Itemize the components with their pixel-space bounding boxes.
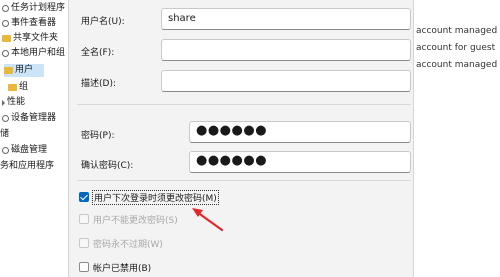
gear-icon <box>2 5 9 12</box>
user-description-text: account for guest <box>416 43 496 53</box>
tree-item-label: 共享文件夹 <box>13 33 59 43</box>
description-field[interactable] <box>161 70 411 92</box>
new-user-dialog: 用户名(U): share 全名(F): 描述(D): 密码(P): ●●●●●… <box>68 0 414 277</box>
account-disabled-label: 帐户已禁用(B) <box>93 263 152 274</box>
fullname-field[interactable] <box>161 39 411 61</box>
must-change-password-checkbox[interactable] <box>79 192 89 202</box>
tree-item-label: 务和应用程序 <box>0 161 55 171</box>
navigation-tree: 任务计划程序 事件查看器 共享文件夹 本地用户和组 用户 组 性能 设备管理器 … <box>0 0 68 277</box>
folder-icon <box>2 35 11 42</box>
confirm-password-field[interactable]: ●●●●●● <box>189 151 411 173</box>
password-never-expires-checkbox[interactable] <box>79 238 89 248</box>
cannot-change-password-checkbox[interactable] <box>79 214 89 224</box>
tree-item-label: 本地用户和组 <box>11 48 66 58</box>
chevron-right-icon <box>2 99 5 106</box>
gear-icon <box>2 147 9 154</box>
user-list-pane: account managed account for guest accoun… <box>412 0 500 277</box>
user-description-text: account managed <box>416 60 498 70</box>
tree-item-users[interactable]: 用户 <box>4 64 44 77</box>
tree-item-local-users-groups[interactable]: 本地用户和组 <box>2 47 65 60</box>
tree-item-groups[interactable]: 组 <box>8 81 28 94</box>
must-change-password-option[interactable]: 用户下次登录时须更改密码(M) <box>79 189 219 205</box>
gear-icon <box>2 50 9 57</box>
account-disabled-checkbox[interactable] <box>79 262 89 272</box>
folder-icon <box>8 84 17 91</box>
password-label: 密码(P): <box>81 131 115 141</box>
account-disabled-option[interactable]: 帐户已禁用(B) <box>79 260 151 274</box>
tree-item-label: 用户 <box>15 65 34 75</box>
tree-item-shared-folders[interactable]: 共享文件夹 <box>2 32 58 45</box>
password-never-expires-label: 密码永不过期(W) <box>93 239 163 250</box>
username-field[interactable]: share <box>161 8 411 30</box>
tree-item-label: 任务计划程序 <box>11 3 66 13</box>
tree-item-services-apps[interactable]: 务和应用程序 <box>0 160 54 173</box>
must-change-password-label: 用户下次登录时须更改密码(M) <box>92 189 219 205</box>
separator <box>77 180 411 181</box>
cannot-change-password-label: 用户不能更改密码(S) <box>93 215 178 226</box>
password-never-expires-option[interactable]: 密码永不过期(W) <box>79 236 163 250</box>
tree-item-task-scheduler[interactable]: 任务计划程序 <box>2 2 65 15</box>
separator <box>77 104 411 105</box>
password-field[interactable]: ●●●●●● <box>189 121 411 143</box>
tree-item-performance[interactable]: 性能 <box>2 96 25 109</box>
cannot-change-password-option[interactable]: 用户不能更改密码(S) <box>79 212 178 226</box>
description-label: 描述(D): <box>81 79 116 89</box>
folder-icon <box>4 67 13 74</box>
tree-item-label: 性能 <box>7 97 26 107</box>
gear-icon <box>2 115 9 122</box>
tree-item-storage[interactable]: 储 <box>0 128 9 141</box>
tree-item-event-viewer[interactable]: 事件查看器 <box>2 17 56 30</box>
tree-item-label: 磁盘管理 <box>11 145 48 155</box>
tree-item-label: 事件查看器 <box>11 18 57 28</box>
username-label: 用户名(U): <box>81 17 125 27</box>
tree-item-label: 储 <box>0 129 10 139</box>
tree-item-disk-management[interactable]: 磁盘管理 <box>2 144 47 157</box>
tree-item-label: 设备管理器 <box>11 113 57 123</box>
fullname-label: 全名(F): <box>81 48 115 58</box>
confirm-password-label: 确认密码(C): <box>81 161 134 171</box>
user-description-text: account managed <box>416 26 498 36</box>
tree-item-label: 组 <box>19 82 29 92</box>
tree-item-device-manager[interactable]: 设备管理器 <box>2 112 56 125</box>
gear-icon <box>2 20 9 27</box>
